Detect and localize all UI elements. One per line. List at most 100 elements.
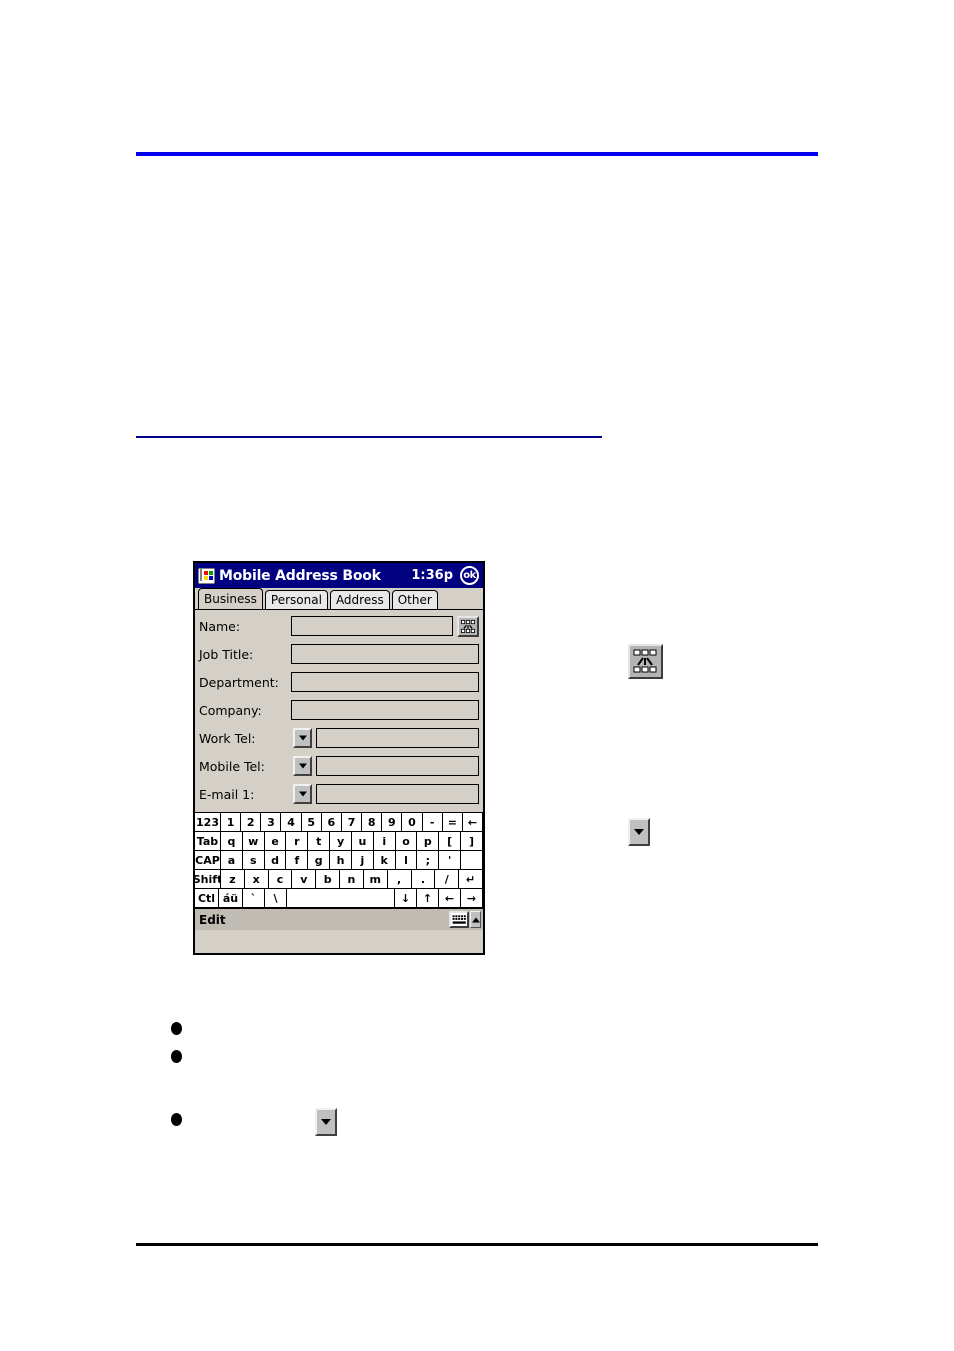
key-0[interactable]: 0 xyxy=(402,813,423,831)
key-j[interactable]: j xyxy=(351,851,374,869)
key-a[interactable]: a xyxy=(221,851,243,869)
key-s[interactable]: s xyxy=(242,851,265,869)
list-item-bullet xyxy=(171,1113,182,1126)
section-rule xyxy=(136,436,602,438)
work-tel-input[interactable] xyxy=(316,728,479,748)
mobile-tel-dropdown[interactable] xyxy=(293,756,312,776)
key-backtick[interactable]: ` xyxy=(243,889,265,907)
tab-business[interactable]: Business xyxy=(198,588,263,609)
tab-other[interactable]: Other xyxy=(391,590,438,609)
mobile-tel-input[interactable] xyxy=(316,756,479,776)
footer-rule xyxy=(136,1243,818,1246)
job-title-label: Job Title: xyxy=(199,646,254,662)
key-v[interactable]: v xyxy=(292,870,317,888)
key-period[interactable]: . xyxy=(411,870,436,888)
keyboard-row: Shift z x c v b n m , . / ↵ xyxy=(195,870,483,889)
keyboard-row: 123 1 2 3 4 5 6 7 8 9 0 - = ← xyxy=(195,813,483,832)
pda-screenshot: Mobile Address Book 1:36p ok Business Pe… xyxy=(193,561,485,955)
key-g[interactable]: g xyxy=(308,851,331,869)
key-7[interactable]: 7 xyxy=(341,813,363,831)
key-r[interactable]: r xyxy=(286,832,309,850)
key-arrow-up-icon[interactable]: ↑ xyxy=(417,889,439,907)
form-row-work-tel: Work Tel: xyxy=(199,726,479,750)
key-arrow-right-icon[interactable]: → xyxy=(461,889,483,907)
key-1[interactable]: 1 xyxy=(221,813,242,831)
key-enter-icon[interactable]: ↵ xyxy=(459,870,483,888)
key-8[interactable]: 8 xyxy=(362,813,383,831)
key-cap[interactable]: CAP xyxy=(195,851,221,869)
key-c[interactable]: c xyxy=(268,870,293,888)
soft-keyboard: 123 1 2 3 4 5 6 7 8 9 0 - = ← Tab q w e … xyxy=(195,812,483,908)
tab-bar: Business Personal Address Other xyxy=(195,588,483,609)
key-9[interactable]: 9 xyxy=(382,813,403,831)
key-shift[interactable]: Shift xyxy=(195,870,221,888)
key-k[interactable]: k xyxy=(373,851,396,869)
key-semicolon[interactable]: ; xyxy=(417,851,440,869)
keyboard-icon[interactable] xyxy=(449,911,469,928)
key-d[interactable]: d xyxy=(264,851,287,869)
form-row-department: Department: xyxy=(199,670,479,694)
key-minus[interactable]: - xyxy=(422,813,443,831)
name-label: Name: xyxy=(199,618,241,634)
key-3[interactable]: 3 xyxy=(261,813,282,831)
key-x[interactable]: x xyxy=(244,870,269,888)
key-l[interactable]: l xyxy=(395,851,418,869)
key-o[interactable]: o xyxy=(395,832,418,850)
input-panel-icon[interactable] xyxy=(457,615,479,637)
business-form: Name: Job Title: Department: Company: Wo… xyxy=(195,609,483,812)
titlebar: Mobile Address Book 1:36p ok xyxy=(195,563,483,588)
key-space[interactable] xyxy=(287,889,395,907)
key-f[interactable]: f xyxy=(286,851,309,869)
tab-personal[interactable]: Personal xyxy=(264,590,328,609)
key-2[interactable]: 2 xyxy=(241,813,262,831)
key-apostrophe[interactable]: ' xyxy=(439,851,462,869)
key-equals[interactable]: = xyxy=(442,813,463,831)
key-y[interactable]: y xyxy=(330,832,352,850)
key-6[interactable]: 6 xyxy=(321,813,342,831)
key-p[interactable]: p xyxy=(417,832,440,850)
key-i[interactable]: i xyxy=(373,832,396,850)
key-comma[interactable]: , xyxy=(387,870,412,888)
key-123[interactable]: 123 xyxy=(195,813,221,831)
key-blank[interactable] xyxy=(461,851,483,869)
name-input[interactable] xyxy=(291,616,453,636)
dropdown-arrow-icon xyxy=(315,1108,337,1136)
work-tel-dropdown[interactable] xyxy=(293,728,312,748)
key-n[interactable]: n xyxy=(340,870,364,888)
key-backspace-icon[interactable]: ← xyxy=(462,813,483,831)
key-b[interactable]: b xyxy=(316,870,341,888)
key-bracket-left[interactable]: [ xyxy=(439,832,462,850)
key-w[interactable]: w xyxy=(242,832,265,850)
email-1-label: E-mail 1: xyxy=(199,786,255,802)
key-accent[interactable]: áü xyxy=(219,889,243,907)
tab-address[interactable]: Address xyxy=(329,590,390,609)
company-label: Company: xyxy=(199,702,262,718)
dropdown-arrow-icon xyxy=(628,818,650,846)
key-tab[interactable]: Tab xyxy=(195,832,221,850)
key-m[interactable]: m xyxy=(363,870,388,888)
email-1-input[interactable] xyxy=(316,784,479,804)
key-q[interactable]: q xyxy=(221,832,243,850)
ok-button[interactable]: ok xyxy=(460,566,479,585)
key-e[interactable]: e xyxy=(264,832,287,850)
company-input[interactable] xyxy=(291,700,479,720)
key-arrow-down-icon[interactable]: ↓ xyxy=(395,889,417,907)
chevron-up-icon[interactable] xyxy=(470,911,481,928)
key-bracket-right[interactable]: ] xyxy=(461,832,483,850)
key-arrow-left-icon[interactable]: ← xyxy=(439,889,461,907)
key-4[interactable]: 4 xyxy=(281,813,302,831)
email-1-dropdown[interactable] xyxy=(293,784,312,804)
department-input[interactable] xyxy=(291,672,479,692)
header-rule xyxy=(136,152,818,156)
key-t[interactable]: t xyxy=(308,832,331,850)
keyboard-row: CAP a s d f g h j k l ; ' xyxy=(195,851,483,870)
key-slash[interactable]: / xyxy=(435,870,460,888)
key-5[interactable]: 5 xyxy=(301,813,322,831)
key-h[interactable]: h xyxy=(330,851,352,869)
key-backslash[interactable]: \ xyxy=(265,889,287,907)
key-ctl[interactable]: Ctl xyxy=(195,889,219,907)
key-u[interactable]: u xyxy=(351,832,374,850)
list-item-bullet xyxy=(171,1022,182,1035)
job-title-input[interactable] xyxy=(291,644,479,664)
key-z[interactable]: z xyxy=(221,870,245,888)
